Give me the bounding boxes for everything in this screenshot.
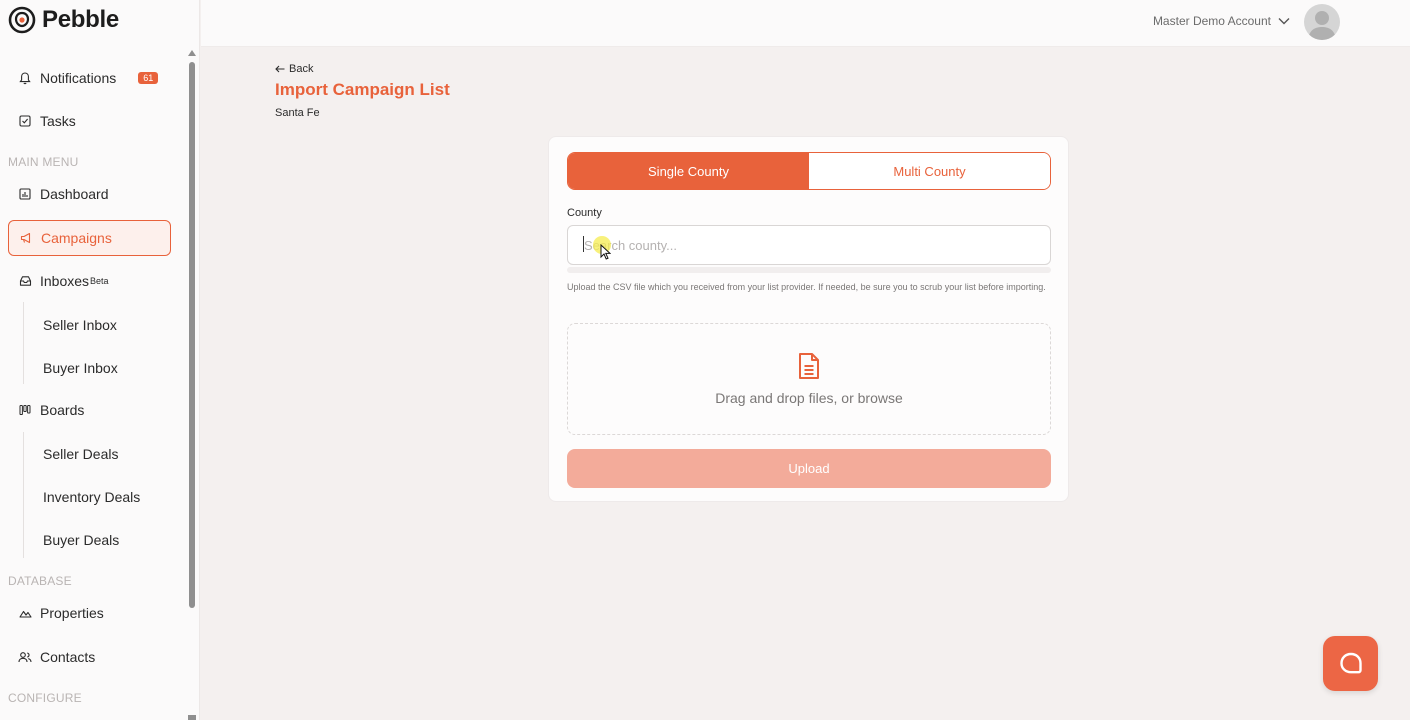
section-label-main-menu: MAIN MENU <box>8 155 79 169</box>
account-menu[interactable]: Master Demo Account <box>1153 0 1290 42</box>
notification-count-badge: 61 <box>138 72 159 84</box>
scroll-down-arrow[interactable] <box>188 715 196 720</box>
sidebar-item-label: Campaigns <box>41 230 112 246</box>
account-name: Master Demo Account <box>1152 14 1271 28</box>
megaphone-icon <box>19 231 33 245</box>
arrow-left-icon <box>275 65 285 73</box>
user-avatar-icon <box>1308 11 1336 40</box>
document-icon <box>799 353 819 379</box>
sidebar-scrollbar[interactable] <box>188 48 196 720</box>
kanban-icon <box>18 403 32 417</box>
avatar[interactable] <box>1304 4 1340 40</box>
bell-icon <box>18 71 32 85</box>
text-caret <box>583 236 584 252</box>
county-search-input[interactable] <box>567 225 1051 265</box>
tab-multi-county[interactable]: Multi County <box>809 153 1050 189</box>
tab-single-county[interactable]: Single County <box>568 153 809 189</box>
mouse-pointer-icon <box>600 244 611 260</box>
page-title: Import Campaign List <box>275 80 450 99</box>
dropdown-track <box>567 267 1051 273</box>
sidebar-item-properties[interactable]: Properties <box>8 595 171 631</box>
sidebar-item-label: Contacts <box>40 649 96 665</box>
county-mode-toggle: Single County Multi County <box>567 152 1051 190</box>
sidebar-item-tasks[interactable]: Tasks <box>8 103 171 139</box>
sidebar-subitem-seller-inbox[interactable]: Seller Inbox <box>43 317 117 333</box>
beta-tag: Beta <box>90 276 109 286</box>
back-link[interactable]: Back <box>275 63 313 75</box>
app-name: Pebble <box>42 6 119 33</box>
sidebar-item-label: Inboxes <box>40 273 90 289</box>
sidebar-item-notifications[interactable]: Notifications 61 <box>8 60 171 96</box>
sidebar-item-label: Tasks <box>40 113 76 129</box>
upload-helper-text: Upload the CSV file which you received f… <box>567 282 1046 292</box>
sidebar-item-campaigns[interactable]: Campaigns <box>8 220 171 256</box>
sidebar-subitem-inventory-deals[interactable]: Inventory Deals <box>43 489 140 505</box>
sidebar-item-label: Dashboard <box>40 186 109 202</box>
sidebar-item-dashboard[interactable]: Dashboard <box>8 176 171 212</box>
sidebar-subitem-buyer-deals[interactable]: Buyer Deals <box>43 532 119 548</box>
section-label-database: DATABASE <box>8 574 72 588</box>
sidebar-item-label: Notifications <box>40 70 117 86</box>
sidebar-subitem-buyer-inbox[interactable]: Buyer Inbox <box>43 360 118 376</box>
sidebar-subitem-seller-deals[interactable]: Seller Deals <box>43 446 118 462</box>
file-dropzone[interactable]: Drag and drop files, or browse <box>567 323 1051 435</box>
users-icon <box>18 650 32 664</box>
scroll-up-arrow[interactable] <box>188 50 196 56</box>
checkbox-icon <box>18 114 32 128</box>
page-subtitle: Santa Fe <box>275 107 320 119</box>
section-label-configure: CONFIGURE <box>8 691 82 705</box>
upload-button[interactable]: Upload <box>567 449 1051 488</box>
sidebar-item-boards[interactable]: Boards <box>8 392 171 428</box>
back-label: Back <box>289 63 314 75</box>
sidebar-item-label: Boards <box>40 402 85 418</box>
chat-bubble-icon <box>1339 652 1362 673</box>
chart-icon <box>18 187 32 201</box>
chevron-down-icon <box>1278 18 1290 25</box>
scroll-thumb[interactable] <box>189 62 195 608</box>
sidebar-item-label: Properties <box>40 605 104 621</box>
support-chat-button[interactable] <box>1323 636 1378 691</box>
inbox-icon <box>18 274 32 288</box>
top-header: Master Demo Account <box>201 0 1410 47</box>
pebble-logo-icon <box>8 6 36 34</box>
app-logo[interactable]: Pebble <box>8 6 119 34</box>
sidebar: Pebble Notifications 61 Tasks MAIN MENU … <box>0 0 200 720</box>
sidebar-item-inboxes[interactable]: Inboxes Beta <box>8 263 171 299</box>
tree-line <box>23 432 24 558</box>
county-label: County <box>567 207 602 219</box>
import-card: Single County Multi County County Upload… <box>548 136 1069 502</box>
sidebar-item-contacts[interactable]: Contacts <box>8 639 171 675</box>
dropzone-text: Drag and drop files, or browse <box>715 390 903 406</box>
tree-line <box>23 302 24 384</box>
mountain-icon <box>18 606 32 620</box>
